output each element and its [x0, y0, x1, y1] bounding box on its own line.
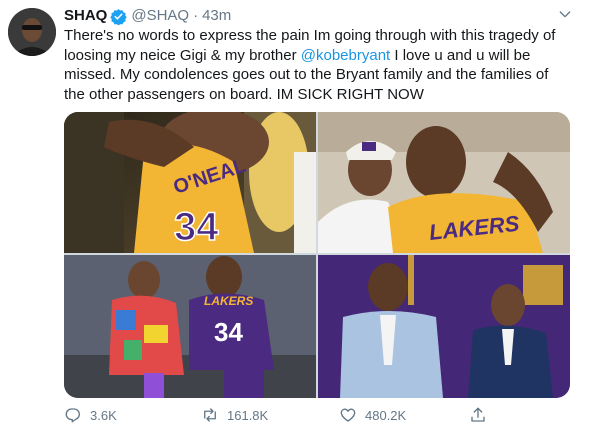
tweet-header: SHAQ @SHAQ · 43m: [64, 5, 579, 27]
like-button[interactable]: 480.2K: [339, 406, 406, 424]
mention-link[interactable]: @kobebryant: [301, 47, 390, 64]
photo-hug-oneal-jersey[interactable]: O'NEAL 34: [64, 112, 316, 253]
retweet-icon: [204, 408, 216, 422]
like-count: 480.2K: [365, 407, 407, 423]
photo-suits-stage[interactable]: [318, 255, 570, 398]
share-icon: [471, 407, 485, 422]
reply-count: 3.6K: [90, 407, 117, 423]
retweet-button[interactable]: 161.8K: [201, 406, 268, 424]
media-grid: O'NEAL 34 LAKERS LAKERS 34: [64, 112, 570, 398]
like-icon: [340, 408, 356, 422]
reply-icon: [65, 408, 80, 423]
author-handle[interactable]: @SHAQ: [131, 6, 189, 26]
tweet-timestamp[interactable]: 43m: [202, 6, 231, 26]
header-separator: ·: [193, 7, 199, 24]
tweet-actions: 3.6K 161.8K 480.2K: [64, 404, 504, 426]
verified-badge-icon: [110, 8, 128, 25]
avatar[interactable]: [8, 8, 56, 56]
share-button[interactable]: [469, 406, 495, 424]
jersey-number-text: 34: [174, 205, 219, 249]
tweet-text: There's no words to express the pain Im …: [64, 26, 569, 104]
avatar-image: [8, 8, 56, 56]
reply-button[interactable]: 3.6K: [64, 406, 117, 424]
caret-down-icon[interactable]: [557, 6, 573, 22]
photo-courtside-purple-34[interactable]: LAKERS 34: [64, 255, 316, 398]
author-name[interactable]: SHAQ: [64, 6, 107, 26]
purple-jersey-number-text: 34: [214, 317, 243, 347]
lakers-purple-wordmark-text: LAKERS: [204, 294, 253, 308]
retweet-count: 161.8K: [227, 407, 269, 423]
photo-celebration-lakers[interactable]: LAKERS: [318, 112, 570, 253]
